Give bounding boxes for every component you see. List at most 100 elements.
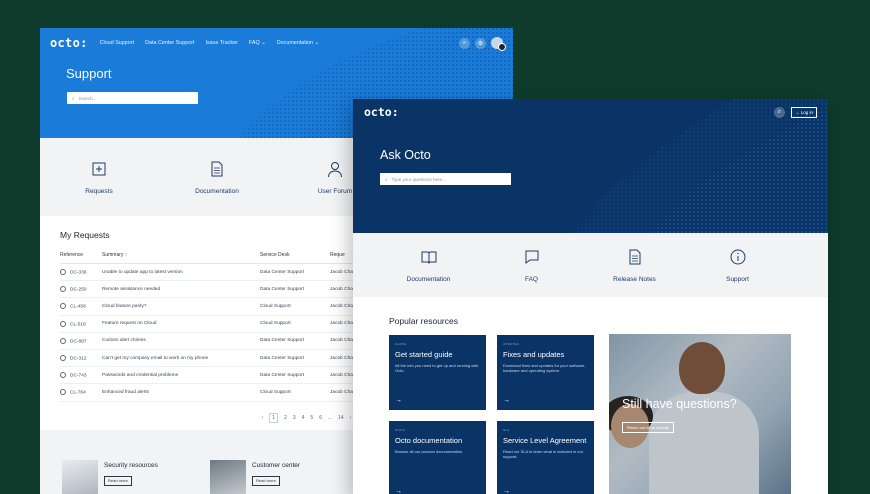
avatar[interactable] [491,37,506,51]
category-documentation[interactable]: Documentation [377,233,480,297]
request-summary[interactable]: Enhanced fraud alerts [102,383,260,402]
read-more-button[interactable]: Read more [104,475,132,486]
request-type-icon [60,372,66,379]
page-link[interactable]: 5 [310,415,313,421]
tile-title: Fixes and updates [503,350,565,359]
chevron-down-icon: ⌄ [314,40,320,46]
promo-title: Still have questions? [622,397,737,411]
resource-tile[interactable]: DOCS Octo documentation Browse all our p… [389,421,486,494]
category-faq[interactable]: FAQ [480,233,583,297]
popular-resources-section: Popular resources GUIDE Get started guid… [353,297,828,494]
login-button[interactable]: → Log in [790,106,817,118]
request-reference: CL-764 [60,383,102,402]
nav-documentation[interactable]: Documentation ⌄ [277,40,319,46]
request-type-icon [60,354,66,361]
category-label: Support [726,275,749,283]
category-label: Documentation [195,187,239,195]
prev-page-icon[interactable]: ‹ [262,415,264,421]
next-page-icon[interactable]: › [350,415,352,421]
request-reference: CL-458 [60,297,102,316]
resource-tile[interactable]: SLA Service Level Agreement Read our SLA… [497,421,594,494]
category-support[interactable]: Support [686,233,789,297]
request-service-desk: Cloud Support [260,383,330,402]
resource-tile[interactable]: UPDATES Fixes and updates Download fixes… [497,335,594,410]
search-icon[interactable]: ⌕ [459,37,470,49]
request-service-desk: Data Center Support [260,280,330,299]
nav-data-center-support[interactable]: Data Center Support [145,40,194,46]
category-release-notes[interactable]: Release Notes [583,233,686,297]
category-documentation[interactable]: Documentation [158,138,276,216]
request-service-desk: Data Center Support [260,332,330,350]
book-icon [421,251,436,264]
search-input[interactable]: ⌕ Search... [67,92,198,104]
category-label: Documentation [406,275,451,283]
info-icon [730,249,745,264]
reference-text: CL-764 [70,390,86,396]
read-more-button[interactable]: Read more [252,475,280,486]
tile-tag: DOCS [395,428,405,432]
request-service-desk: Data Center Support [260,366,330,385]
request-reference: DC-312 [60,349,102,368]
reference-text: DC-887 [70,338,87,344]
request-summary[interactable]: Cloud feature parity? [102,297,260,316]
gear-icon[interactable]: ⚙ [475,37,486,49]
logo[interactable]: octo: [50,36,88,50]
request-summary[interactable]: Custom alert chimes [102,332,260,350]
column-header[interactable]: Service Desk [260,252,330,264]
reference-text: DC-250 [70,287,87,293]
page-link[interactable]: 3 [293,415,296,421]
user-icon [328,161,342,177]
reference-text: DC-312 [70,356,87,362]
arrow-right-icon: → [503,488,510,494]
logo[interactable]: octo: [364,105,399,119]
tile-description: Browse all our product documentation. [395,449,464,454]
request-service-desk: Data Center Support [260,263,330,282]
column-header[interactable]: Summary ↑ [102,252,260,264]
request-service-desk: Data Center Support [260,349,330,368]
request-type-icon [60,389,66,396]
nav-documentation-label: Documentation [276,40,313,46]
page-link[interactable]: 14 [338,415,344,421]
request-type-icon [60,286,66,293]
request-summary[interactable]: Remote assistance needed [102,280,260,299]
request-summary[interactable]: Passwords and credential problems [102,366,260,385]
search-placeholder: Search... [78,95,97,101]
resource-title: Security resources [104,462,158,469]
category-label: Release Notes [613,275,656,283]
arrow-right-icon: → [395,488,402,494]
resource-card: Security resources Read more [62,460,158,494]
page-title: Ask Octo [380,148,431,162]
page-link[interactable]: 2 [284,415,287,421]
page-link[interactable]: 6 [319,415,322,421]
page-link[interactable]: 4 [302,415,305,421]
request-type-icon [60,268,66,275]
page-link[interactable]: 1 [269,412,279,423]
search-input[interactable]: ⌕ Type your questions here... [380,173,511,185]
reference-text: DC-336 [70,270,87,276]
request-reference: DC-743 [60,366,102,385]
nav-actions: ⌕ → Log in [773,106,817,118]
resource-tile[interactable]: GUIDE Get started guide All the info you… [389,335,486,410]
page-title: Support [66,66,112,81]
nav-cloud-support[interactable]: Cloud Support [100,40,134,46]
search-icon[interactable]: ⌕ [773,106,785,118]
request-summary[interactable]: Unable to update app to latest version [102,263,260,282]
reach-out-button[interactable]: Reach out to us directly [622,422,674,433]
nav-issue-tracker[interactable]: Issue Tracker [206,40,238,46]
request-reference: CL-518 [60,315,102,333]
nav-faq[interactable]: FAQ ⌄ [249,40,266,46]
category-bar: Documentation FAQ Release Notes Support [353,233,828,297]
category-requests[interactable]: Requests [40,138,158,216]
request-summary[interactable]: Can't get my company email to work on my… [102,349,260,368]
resource-image [210,460,246,494]
tile-description: Read our SLA to learn what is included i… [503,449,584,460]
chat-icon [525,250,538,264]
document-icon [629,249,640,264]
request-summary[interactable]: Feature request on Cloud [102,315,260,333]
ask-octo-window: octo: ⌕ → Log in Ask Octo ⌕ Type your qu… [353,99,828,494]
tile-description: All the info you need to get up and runn… [395,363,479,374]
request-type-icon [60,320,66,327]
top-nav: octo: Cloud Support Data Center Support … [40,28,513,58]
column-header[interactable]: Reference [60,252,102,264]
search-placeholder: Type your questions here... [391,176,446,182]
